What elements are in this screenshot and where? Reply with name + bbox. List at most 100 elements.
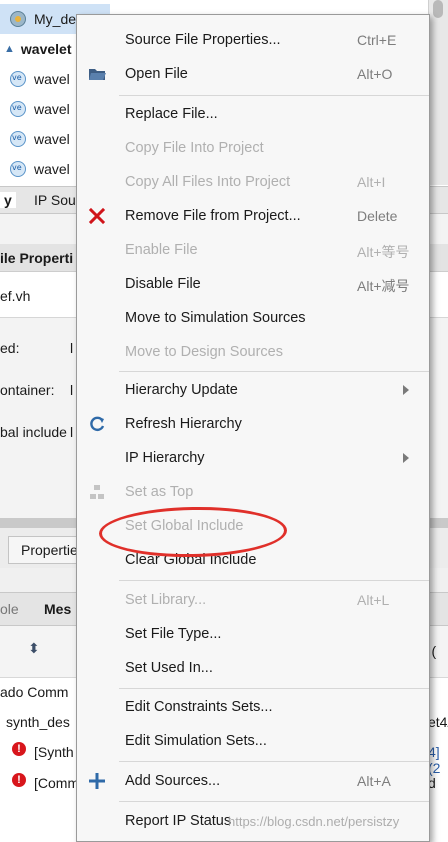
menu-item-shortcut: Alt+L [357, 592, 390, 608]
menu-item-ip-hierarchy[interactable]: IP Hierarchy [77, 443, 429, 473]
menu-item-enable-file: Enable File Alt+等号 [77, 235, 429, 265]
prop-label-global-include: bal include [0, 424, 67, 440]
error-icon: ! [12, 773, 26, 787]
properties-tab-label: Propertie [21, 542, 78, 558]
message-suffix: 4] (2 [428, 744, 441, 776]
tab-tcl-console[interactable]: ole [0, 601, 19, 617]
tree-label: wavel [34, 131, 70, 147]
vertical-scrollbar[interactable] [428, 0, 448, 185]
menu-item-add-sources[interactable]: Add Sources... Alt+A [77, 766, 429, 796]
menu-item-label: Source File Properties... [125, 32, 281, 48]
menu-item-edit-simulation-sets[interactable]: Edit Simulation Sets... [77, 726, 429, 756]
tree-row[interactable]: wavel [0, 154, 70, 184]
prop-label-enabled: ed: [0, 340, 20, 356]
menu-item-label: Refresh Hierarchy [125, 416, 242, 432]
menu-item-shortcut: Delete [357, 208, 398, 224]
submenu-arrow-icon [403, 453, 409, 463]
menu-item-label: Set as Top [125, 484, 194, 500]
watermark-url: https://blog.csdn.net/persistzy [228, 814, 400, 829]
menu-separator [119, 801, 429, 802]
tree-label: wavel [34, 161, 70, 177]
menu-item-label: Edit Constraints Sets... [125, 699, 273, 715]
verilog-file-icon [10, 161, 26, 177]
refresh-icon [90, 416, 105, 432]
menu-item-label: Copy File Into Project [125, 140, 264, 156]
hierarchy-icon [90, 485, 104, 499]
menu-item-clear-global-include[interactable]: Clear Global Include [77, 545, 429, 575]
menu-item-label: Report IP Status [125, 813, 232, 829]
menu-item-label: IP Hierarchy [125, 450, 205, 466]
menu-item-label: Move to Design Sources [125, 344, 283, 360]
tree-row[interactable]: wavel [0, 94, 70, 124]
remove-x-icon [88, 207, 106, 225]
message-text: synth_des [6, 714, 70, 730]
properties-title: ile Properti [0, 250, 74, 266]
menu-item-disable-file[interactable]: Disable File Alt+减号 [77, 269, 429, 299]
menu-item-label: Enable File [125, 242, 198, 258]
menu-item-label: Clear Global Include [125, 552, 257, 568]
hierarchy-icon: ▲ [4, 43, 15, 55]
collapse-toggle-icon[interactable]: ⬍ [28, 640, 40, 657]
menu-item-label: Set Used In... [125, 660, 213, 676]
tab-hierarchy[interactable]: y [0, 192, 16, 208]
menu-item-set-as-top: Set as Top [77, 477, 429, 507]
menu-item-label: Open File [125, 66, 188, 82]
menu-separator [119, 371, 429, 372]
menu-item-edit-constraints-sets[interactable]: Edit Constraints Sets... [77, 692, 429, 722]
prop-value: l [70, 382, 74, 398]
verilog-file-icon [10, 131, 26, 147]
error-icon: ! [12, 742, 26, 756]
menu-item-hierarchy-update[interactable]: Hierarchy Update [77, 375, 429, 405]
tab-ip-sources[interactable]: IP Sou [34, 192, 76, 208]
verilog-file-icon [10, 101, 26, 117]
menu-item-label: Set Global Include [125, 518, 244, 534]
menu-item-label: Set File Type... [125, 626, 222, 642]
menu-item-shortcut: Alt+A [357, 773, 391, 789]
tree-label: wavel [34, 71, 70, 87]
tree-row[interactable]: wavel [0, 64, 70, 94]
menu-item-shortcut: Alt+减号 [357, 278, 410, 294]
message-text[interactable]: [Comm [34, 775, 79, 791]
menu-item-shortcut: Ctrl+E [357, 32, 397, 48]
verilog-header-file-icon [10, 11, 26, 27]
menu-item-source-file-properties[interactable]: Source File Properties... Ctrl+E [77, 25, 429, 55]
menu-item-label: Hierarchy Update [125, 382, 238, 398]
menu-item-label: Disable File [125, 276, 201, 292]
context-menu: Source File Properties... Ctrl+E Open Fi… [76, 14, 430, 842]
tree-row[interactable]: wavel [0, 124, 70, 154]
menu-item-label: Remove File from Project... [125, 208, 301, 224]
menu-item-replace-file[interactable]: Replace File... [77, 99, 429, 129]
prop-label-container: ontainer: [0, 382, 55, 398]
menu-separator [119, 580, 429, 581]
menu-item-open-file[interactable]: Open File Alt+O [77, 59, 429, 89]
tab-messages[interactable]: Mes [44, 601, 71, 617]
prop-value: l [70, 340, 74, 356]
menu-item-label: Edit Simulation Sets... [125, 733, 267, 749]
menu-separator [119, 761, 429, 762]
menu-item-label: Add Sources... [125, 773, 221, 789]
submenu-arrow-icon [403, 385, 409, 395]
folder-open-icon [89, 69, 106, 80]
menu-item-set-global-include: Set Global Include [77, 511, 429, 541]
plus-icon [89, 773, 105, 789]
tree-label: wavel [34, 101, 70, 117]
verilog-file-icon [10, 71, 26, 87]
menu-item-copy-file-into-project: Copy File Into Project [77, 133, 429, 163]
menu-separator [119, 688, 429, 689]
scrollbar-thumb[interactable] [433, 0, 443, 18]
tree-label: wavelet [20, 41, 72, 57]
menu-item-shortcut: Alt+O [357, 66, 393, 82]
menu-item-refresh-hierarchy[interactable]: Refresh Hierarchy [77, 409, 429, 439]
menu-separator [119, 95, 429, 96]
message-text[interactable]: [Synth [34, 744, 74, 760]
menu-item-label: Set Library... [125, 592, 207, 608]
prop-value: l [70, 424, 74, 440]
menu-item-shortcut: Alt+等号 [357, 244, 410, 260]
menu-item-label: Move to Simulation Sources [125, 310, 306, 326]
menu-item-move-to-design-sources: Move to Design Sources [77, 337, 429, 367]
menu-item-set-used-in[interactable]: Set Used In... [77, 653, 429, 683]
menu-item-remove-file[interactable]: Remove File from Project... Delete [77, 201, 429, 231]
menu-item-set-file-type[interactable]: Set File Type... [77, 619, 429, 649]
menu-item-move-to-simulation-sources[interactable]: Move to Simulation Sources [77, 303, 429, 333]
tree-row[interactable]: ▲ wavelet [0, 34, 71, 64]
